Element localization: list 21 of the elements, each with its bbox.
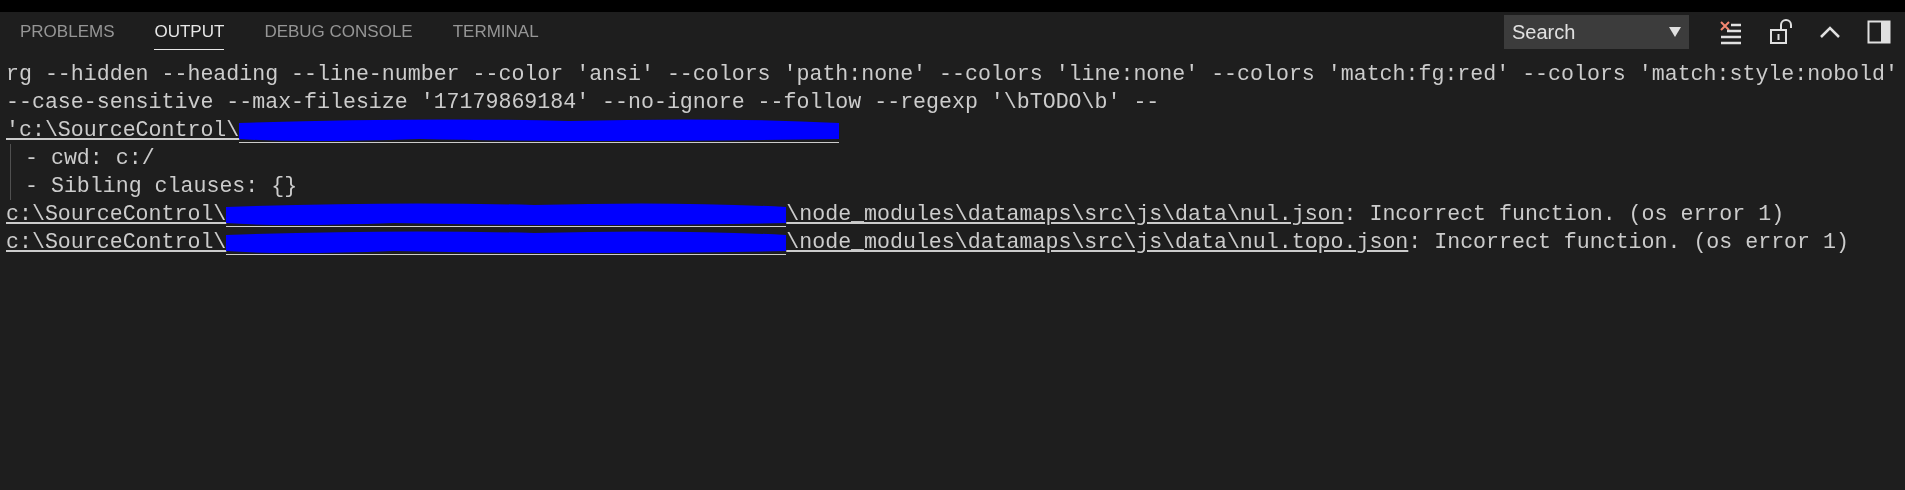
output-channel-select[interactable]: Search — [1504, 15, 1689, 49]
output-text: - Sibling clauses: {} — [25, 174, 298, 198]
file-path-link[interactable]: c:\SourceControl\ — [6, 228, 227, 256]
output-text: - cwd: c:/ — [25, 146, 155, 170]
split-panel-icon[interactable] — [1867, 20, 1891, 44]
panel-tab[interactable]: PROBLEMS — [20, 14, 115, 50]
panel-tab[interactable]: OUTPUT — [154, 14, 225, 50]
file-path-link[interactable]: 'c:\SourceControl\ — [6, 116, 240, 144]
file-path-link[interactable]: c:\SourceControl\ — [6, 200, 227, 228]
error-message: : Incorrect function. (os error 1) — [1343, 201, 1785, 228]
panel-tab[interactable]: TERMINAL — [452, 14, 539, 50]
file-path-link[interactable]: \node_modules\datamaps\src\js\data\nul.topo.json — [786, 228, 1409, 256]
chevron-up-icon[interactable] — [1819, 25, 1841, 39]
clear-output-icon[interactable] — [1719, 19, 1743, 45]
error-message: : Incorrect function. (os error 1) — [1408, 229, 1849, 256]
file-path-link[interactable]: \node_modules\datamaps\src\js\data\nul.json — [786, 200, 1344, 228]
panel-tab[interactable]: DEBUG CONSOLE — [264, 14, 413, 50]
output-text: --case-sensitive --max-filesize '17179869184' --no-ignore --follow --regexp '\bTODO\b' -- — [6, 90, 1160, 114]
output-text: rg --hidden --heading --line-number --color 'ansi' --colors 'path:none' --colors 'line:none' --colors 'match:fg:red' --colors 'match:style:nobold' — [6, 62, 1898, 86]
unlock-icon[interactable] — [1769, 19, 1793, 45]
dropdown-arrow-icon — [1669, 27, 1681, 37]
